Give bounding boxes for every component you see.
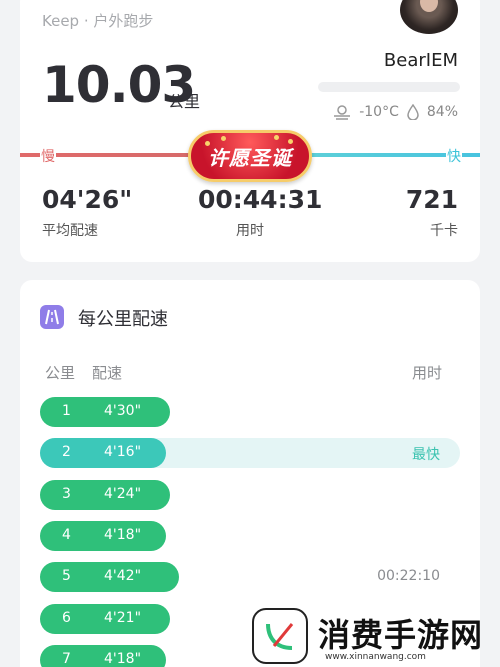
stat-label: 平均配速 bbox=[42, 223, 98, 239]
pace-bar: 7 4'18" bbox=[40, 644, 166, 667]
watermark-text: 消费手游网 bbox=[318, 616, 484, 654]
temperature: -10°C bbox=[359, 104, 399, 120]
km-pace: 4'24" bbox=[104, 485, 142, 502]
watermark-url: www.xinnanwang.com bbox=[325, 652, 426, 662]
stat-value: 00:44:31 bbox=[198, 185, 323, 214]
distance-unit: 公里 bbox=[168, 92, 201, 111]
stat-duration: 00:44:31 用时 bbox=[198, 185, 323, 240]
christmas-wish-button[interactable]: 许愿圣诞 bbox=[188, 130, 312, 182]
section-title: 每公里配速 bbox=[78, 309, 168, 330]
column-header-km: 公里 bbox=[45, 364, 76, 382]
km-pace: 4'18" bbox=[104, 650, 142, 667]
km-number: 6 bbox=[62, 609, 71, 626]
stat-label: 千卡 bbox=[430, 223, 458, 239]
stat-value: 04'26" bbox=[42, 185, 133, 214]
water-drop-icon bbox=[407, 103, 419, 121]
pace-bar: 4 4'18" bbox=[40, 520, 166, 551]
fastest-badge: 最快 bbox=[412, 447, 440, 464]
km-pace: 4'16" bbox=[104, 444, 142, 461]
pace-bar: 2 4'16" bbox=[40, 438, 166, 469]
christmas-wish-label: 许愿圣诞 bbox=[208, 145, 292, 170]
weather-info: -10°C 84% bbox=[333, 103, 458, 121]
km-pace: 4'18" bbox=[104, 526, 142, 543]
column-header-time: 用时 bbox=[411, 364, 442, 382]
activity-source: Keep · 户外跑步 bbox=[42, 12, 154, 30]
blurred-info bbox=[318, 82, 460, 92]
pace-row: 4 4'18" bbox=[40, 520, 460, 551]
slow-label: 慢 bbox=[40, 146, 56, 166]
pace-bar: 1 4'30" bbox=[40, 397, 170, 427]
stat-avg-pace: 04'26" 平均配速 bbox=[42, 185, 132, 240]
pace-bar: 5 4'42" bbox=[40, 562, 179, 593]
stat-value: 721 bbox=[405, 185, 458, 214]
km-number: 3 bbox=[62, 485, 71, 502]
km-number: 5 bbox=[62, 568, 71, 585]
pace-bar: 6 4'21" bbox=[40, 603, 170, 634]
pace-row: 1 4'30" bbox=[40, 397, 460, 427]
km-pace: 4'30" bbox=[104, 403, 142, 419]
pace-bar: 3 4'24" bbox=[40, 479, 170, 510]
column-header-pace: 配速 bbox=[92, 364, 123, 382]
fast-label: 快 bbox=[446, 146, 462, 166]
humidity: 84% bbox=[426, 104, 458, 120]
km-pace: 4'42" bbox=[104, 568, 142, 585]
stat-label: 用时 bbox=[236, 223, 264, 239]
haze-icon bbox=[333, 104, 351, 120]
km-number: 7 bbox=[62, 650, 71, 667]
km-number: 4 bbox=[62, 526, 71, 543]
pace-row: 5 4'42" 00:22:10 bbox=[40, 562, 460, 593]
pace-row: 2 4'16" 最快 bbox=[40, 438, 460, 469]
elapsed-time: 00:22:10 bbox=[377, 568, 440, 585]
road-icon bbox=[40, 305, 64, 329]
username: BearIEM bbox=[383, 50, 458, 71]
watermark-logo bbox=[252, 608, 308, 664]
km-number: 1 bbox=[62, 403, 71, 419]
km-pace: 4'21" bbox=[104, 609, 142, 626]
pace-row: 3 4'24" bbox=[40, 479, 460, 510]
km-number: 2 bbox=[62, 444, 71, 461]
stat-calories: 721 千卡 bbox=[406, 185, 458, 240]
